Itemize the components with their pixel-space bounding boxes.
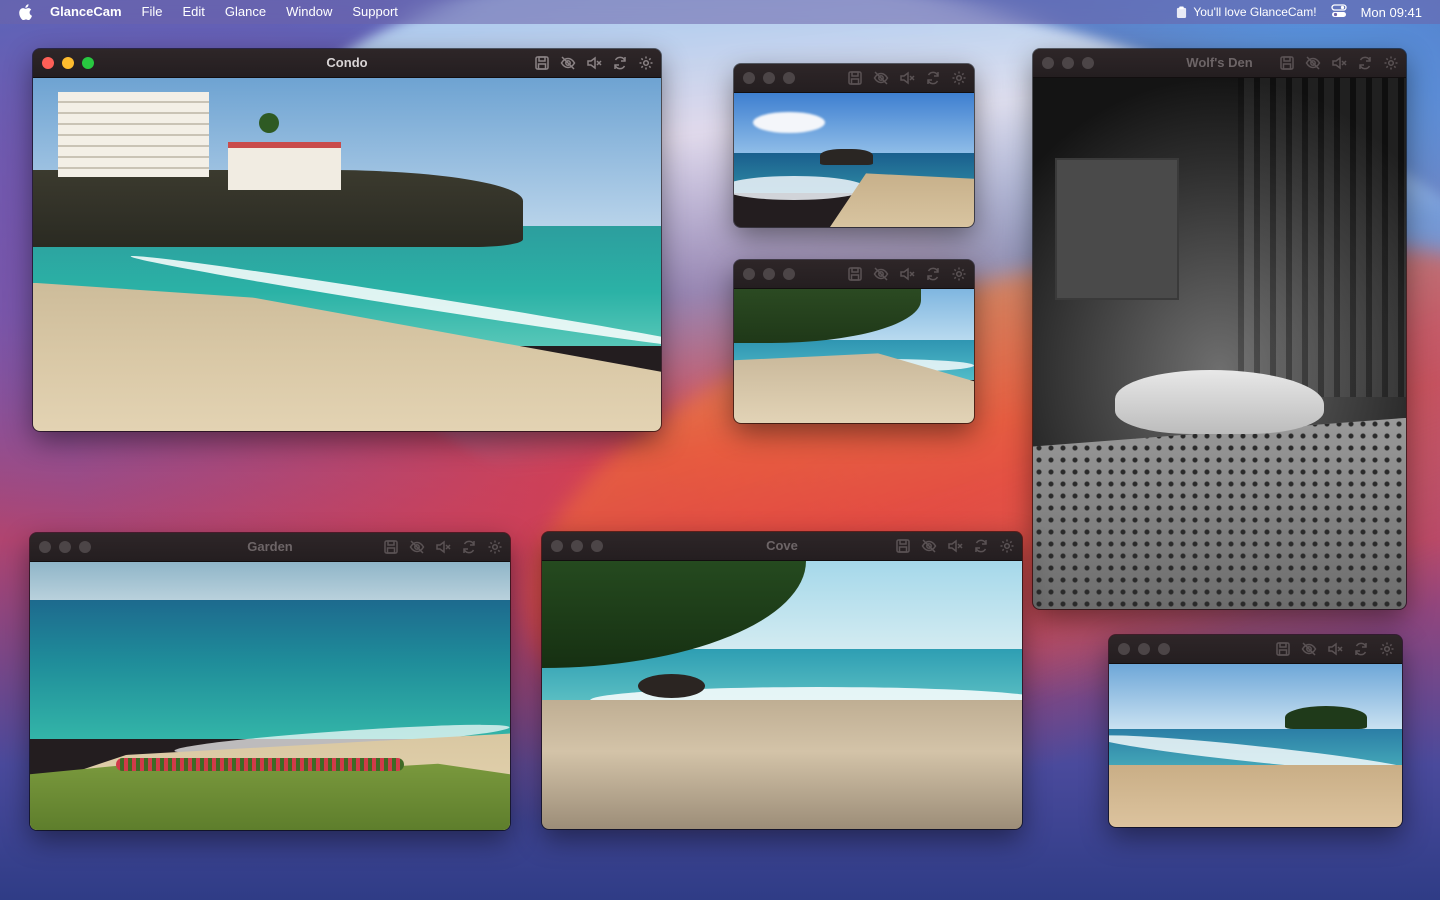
window-titlebar[interactable]: Cove bbox=[542, 532, 1022, 561]
zoom-button[interactable] bbox=[783, 268, 795, 280]
refresh-icon[interactable] bbox=[611, 54, 629, 72]
camera-feed[interactable] bbox=[734, 289, 974, 423]
refresh-icon[interactable] bbox=[924, 69, 942, 87]
save-icon[interactable] bbox=[1278, 54, 1296, 72]
minimize-button[interactable] bbox=[571, 540, 583, 552]
menu-glance[interactable]: Glance bbox=[215, 0, 276, 24]
menu-clock[interactable]: Mon 09:41 bbox=[1361, 5, 1422, 20]
minimize-button[interactable] bbox=[59, 541, 71, 553]
camera-feed[interactable] bbox=[30, 562, 510, 830]
settings-icon[interactable] bbox=[637, 54, 655, 72]
hide-icon[interactable] bbox=[408, 538, 426, 556]
menu-app-name[interactable]: GlanceCam bbox=[32, 0, 132, 24]
mute-icon[interactable] bbox=[898, 69, 916, 87]
zoom-button[interactable] bbox=[591, 540, 603, 552]
window-titlebar[interactable] bbox=[1109, 635, 1402, 664]
camera-feed[interactable] bbox=[1109, 664, 1402, 827]
save-icon[interactable] bbox=[382, 538, 400, 556]
save-icon[interactable] bbox=[533, 54, 551, 72]
minimize-button[interactable] bbox=[763, 268, 775, 280]
status-message: You'll love GlanceCam! bbox=[1193, 5, 1317, 19]
camera-window-wolfs-den[interactable]: Wolf's Den bbox=[1033, 49, 1406, 609]
mute-icon[interactable] bbox=[898, 265, 916, 283]
camera-feed[interactable] bbox=[734, 93, 974, 227]
zoom-button[interactable] bbox=[1082, 57, 1094, 69]
camera-window-garden[interactable]: Garden bbox=[30, 533, 510, 830]
hide-icon[interactable] bbox=[872, 69, 890, 87]
close-button[interactable] bbox=[743, 268, 755, 280]
hide-icon[interactable] bbox=[872, 265, 890, 283]
hide-icon[interactable] bbox=[920, 537, 938, 555]
menu-file[interactable]: File bbox=[132, 0, 173, 24]
menu-support[interactable]: Support bbox=[342, 0, 408, 24]
menu-edit[interactable]: Edit bbox=[173, 0, 215, 24]
close-button[interactable] bbox=[743, 72, 755, 84]
mute-icon[interactable] bbox=[1330, 54, 1348, 72]
status-item[interactable]: You'll love GlanceCam! bbox=[1176, 5, 1317, 19]
zoom-button[interactable] bbox=[82, 57, 94, 69]
save-icon[interactable] bbox=[1274, 640, 1292, 658]
mute-icon[interactable] bbox=[946, 537, 964, 555]
save-icon[interactable] bbox=[846, 265, 864, 283]
minimize-button[interactable] bbox=[1062, 57, 1074, 69]
hide-icon[interactable] bbox=[559, 54, 577, 72]
zoom-button[interactable] bbox=[79, 541, 91, 553]
desktop: GlanceCam File Edit Glance Window Suppor… bbox=[0, 0, 1440, 900]
minimize-button[interactable] bbox=[62, 57, 74, 69]
menu-bar: GlanceCam File Edit Glance Window Suppor… bbox=[0, 0, 1440, 24]
close-button[interactable] bbox=[1042, 57, 1054, 69]
refresh-icon[interactable] bbox=[1352, 640, 1370, 658]
close-button[interactable] bbox=[1118, 643, 1130, 655]
window-titlebar[interactable]: Condo bbox=[33, 49, 661, 78]
window-titlebar[interactable]: Garden bbox=[30, 533, 510, 562]
save-icon[interactable] bbox=[846, 69, 864, 87]
zoom-button[interactable] bbox=[783, 72, 795, 84]
camera-window-7[interactable] bbox=[1109, 635, 1402, 827]
clipboard-icon bbox=[1177, 6, 1187, 18]
window-titlebar[interactable] bbox=[734, 260, 974, 289]
close-button[interactable] bbox=[42, 57, 54, 69]
mute-icon[interactable] bbox=[434, 538, 452, 556]
refresh-icon[interactable] bbox=[924, 265, 942, 283]
window-titlebar[interactable] bbox=[734, 64, 974, 93]
hide-icon[interactable] bbox=[1304, 54, 1322, 72]
camera-feed[interactable] bbox=[542, 561, 1022, 829]
apple-menu-icon[interactable] bbox=[18, 4, 32, 21]
hide-icon[interactable] bbox=[1300, 640, 1318, 658]
close-button[interactable] bbox=[39, 541, 51, 553]
camera-window-3[interactable] bbox=[734, 260, 974, 423]
mute-icon[interactable] bbox=[585, 54, 603, 72]
camera-window-2[interactable] bbox=[734, 64, 974, 227]
settings-icon[interactable] bbox=[998, 537, 1016, 555]
settings-icon[interactable] bbox=[1378, 640, 1396, 658]
camera-window-condo[interactable]: Condo bbox=[33, 49, 661, 431]
mute-icon[interactable] bbox=[1326, 640, 1344, 658]
control-center-icon[interactable] bbox=[1330, 3, 1347, 21]
close-button[interactable] bbox=[551, 540, 563, 552]
refresh-icon[interactable] bbox=[972, 537, 990, 555]
zoom-button[interactable] bbox=[1158, 643, 1170, 655]
refresh-icon[interactable] bbox=[1356, 54, 1374, 72]
refresh-icon[interactable] bbox=[460, 538, 478, 556]
settings-icon[interactable] bbox=[486, 538, 504, 556]
settings-icon[interactable] bbox=[950, 69, 968, 87]
menu-window[interactable]: Window bbox=[276, 0, 342, 24]
camera-window-cove[interactable]: Cove bbox=[542, 532, 1022, 829]
minimize-button[interactable] bbox=[763, 72, 775, 84]
settings-icon[interactable] bbox=[1382, 54, 1400, 72]
settings-icon[interactable] bbox=[950, 265, 968, 283]
window-titlebar[interactable]: Wolf's Den bbox=[1033, 49, 1406, 78]
minimize-button[interactable] bbox=[1138, 643, 1150, 655]
camera-feed[interactable] bbox=[33, 78, 661, 431]
camera-feed[interactable] bbox=[1033, 78, 1406, 609]
save-icon[interactable] bbox=[894, 537, 912, 555]
